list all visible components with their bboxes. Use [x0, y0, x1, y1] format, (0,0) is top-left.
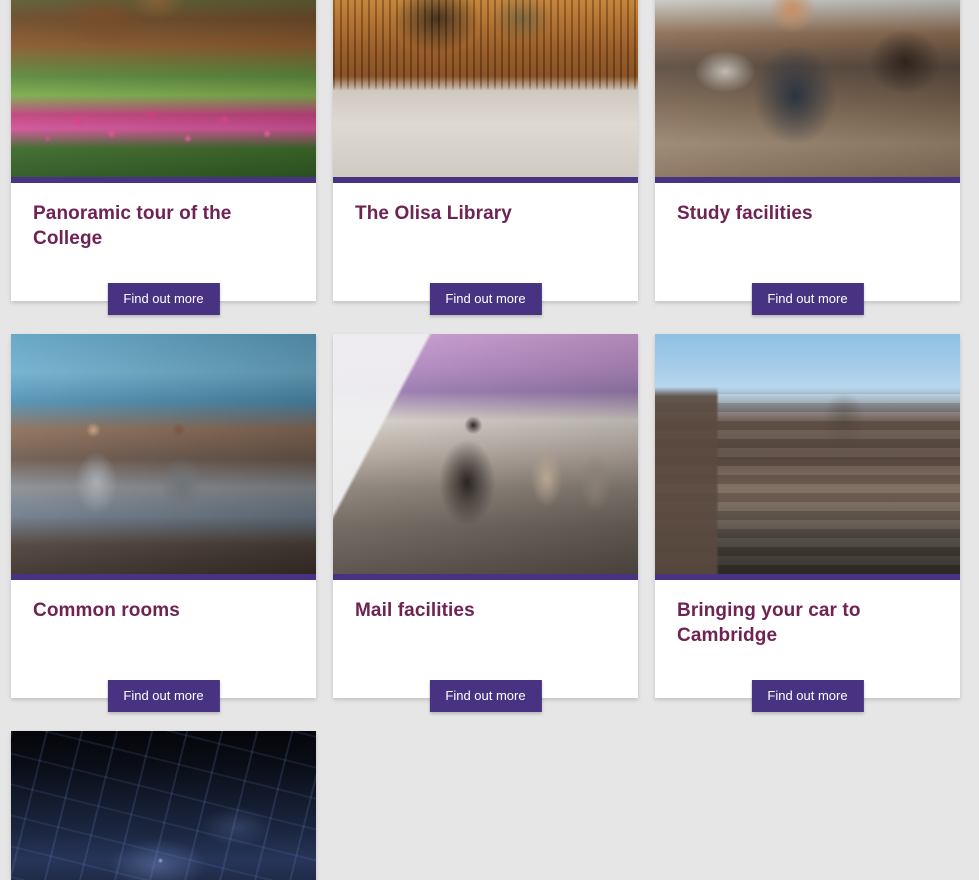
card-image[interactable]: [11, 731, 316, 880]
find-out-more-button[interactable]: Find out more: [107, 283, 220, 315]
find-out-more-button[interactable]: Find out more: [429, 680, 542, 712]
card-body: Study facilities: [655, 183, 960, 287]
card-image[interactable]: [333, 334, 638, 574]
card-title: Panoramic tour of the College: [33, 203, 232, 250]
card-footer: Find out more: [655, 283, 960, 315]
card-footer: Find out more: [333, 283, 638, 315]
card-body: Panoramic tour of the College: [11, 183, 316, 287]
card-common-rooms[interactable]: Common rooms Find out more: [11, 334, 316, 712]
find-out-more-button[interactable]: Find out more: [429, 283, 542, 315]
card-olisa-library[interactable]: The Olisa Library Find out more: [333, 0, 638, 315]
backlit-computer-keyboard-close-up-image: [11, 731, 316, 880]
card-panoramic-tour[interactable]: Panoramic tour of the College Find out m…: [11, 0, 316, 315]
facilities-card-grid: Panoramic tour of the College Find out m…: [0, 0, 979, 880]
card-image[interactable]: [655, 0, 960, 177]
card-body: The Olisa Library: [333, 183, 638, 287]
card-image[interactable]: [11, 0, 316, 177]
two-students-sitting-in-common-room-armchairs-image: [11, 334, 316, 574]
student-reading-book-in-study-room-image: [655, 0, 960, 177]
card-title: The Olisa Library: [355, 203, 512, 224]
modern-accommodation-block-with-car-park-image: [655, 334, 960, 574]
card-footer: Find out more: [11, 680, 316, 712]
card-footer: Find out more: [655, 680, 960, 712]
card-bringing-your-car[interactable]: Bringing your car to Cambridge Find out …: [655, 334, 960, 712]
card-computing[interactable]: Computing Find out more: [11, 731, 316, 880]
card-footer: Find out more: [11, 283, 316, 315]
card-body: Mail facilities: [333, 580, 638, 684]
card-title: Mail facilities: [355, 600, 475, 621]
find-out-more-button[interactable]: Find out more: [751, 283, 864, 315]
card-image[interactable]: [11, 334, 316, 574]
student-collecting-parcel-from-pigeonholes-image: [333, 334, 638, 574]
card-image[interactable]: [333, 0, 638, 177]
card-title: Study facilities: [677, 203, 813, 224]
card-body: Bringing your car to Cambridge: [655, 580, 960, 684]
wicker-stag-sculpture-with-pink-tulips-image: [11, 0, 316, 177]
card-study-facilities[interactable]: Study facilities Find out more: [655, 0, 960, 315]
card-title: Common rooms: [33, 600, 180, 621]
find-out-more-button[interactable]: Find out more: [107, 680, 220, 712]
card-title: Bringing your car to Cambridge: [677, 600, 861, 647]
card-footer: Find out more: [333, 680, 638, 712]
modern-timber-clad-library-entrance-image: [333, 0, 638, 177]
card-body: Common rooms: [11, 580, 316, 684]
card-image[interactable]: [655, 334, 960, 574]
card-mail-facilities[interactable]: Mail facilities Find out more: [333, 334, 638, 712]
find-out-more-button[interactable]: Find out more: [751, 680, 864, 712]
